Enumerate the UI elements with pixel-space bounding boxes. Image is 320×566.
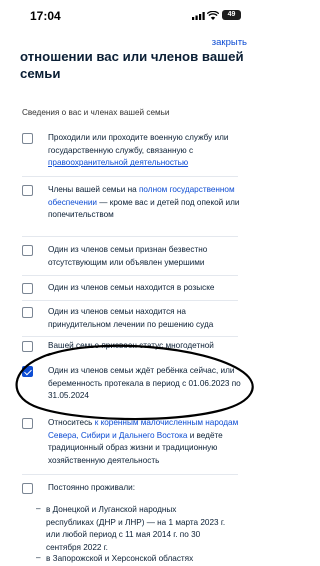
divider: [22, 236, 238, 237]
divider: [22, 176, 238, 177]
hand-drawn-highlight-ellipse: [15, 344, 254, 421]
checkbox-label: Один из членов семьи признан безвестно о…: [48, 245, 208, 267]
checkbox-label: Один из членов семьи находится на принуд…: [48, 307, 214, 329]
checkbox[interactable]: [22, 341, 33, 352]
divider: [22, 474, 238, 475]
checkbox[interactable]: [22, 185, 33, 196]
wifi-icon: [207, 11, 219, 20]
checkbox[interactable]: [22, 307, 33, 318]
cellular-signal-icon: [192, 12, 205, 20]
status-bar: 17:04 49: [0, 0, 259, 30]
section-label: Сведения о вас и членах вашей семьи: [22, 108, 170, 117]
page-title: отношении вас или членов вашей семьи: [20, 49, 244, 81]
checkbox[interactable]: [22, 133, 33, 144]
heading-scrolled-fragment: [20, 42, 220, 46]
checkbox-label: Один из членов семьи находится в розыске: [48, 283, 215, 292]
bullet-marker: –: [36, 553, 41, 562]
checkbox-label: Один из членов семьи ждёт ребёнка сейчас…: [48, 366, 241, 401]
checkbox-label: Вашей семье присвоен статус многодетной: [48, 341, 214, 350]
checkbox-checked[interactable]: [22, 366, 33, 377]
checkbox[interactable]: [22, 418, 33, 429]
residence-option-dnr-lnr: в Донецкой и Луганской народных республи…: [46, 505, 226, 552]
status-time: 17:04: [30, 9, 61, 23]
law-enforcement-link[interactable]: правоохранительной деятельностью: [48, 158, 188, 167]
divider: [22, 300, 238, 301]
checkbox-label: Члены вашей семьи на полном государствен…: [48, 185, 240, 220]
battery-icon: 49: [222, 10, 241, 20]
bullet-marker: –: [36, 504, 41, 513]
checkbox[interactable]: [22, 483, 33, 494]
checkbox-label: Постоянно проживали:: [48, 483, 135, 492]
residence-option-zaporozhye-kherson: в Запорожской и Херсонской областях: [46, 554, 194, 563]
checkbox[interactable]: [22, 245, 33, 256]
divider: [22, 336, 238, 337]
checkbox[interactable]: [22, 283, 33, 294]
checkbox-label: Относитесь к коренным малочисленным наро…: [48, 418, 239, 465]
checkbox-label: Проходили или проходите военную службу и…: [48, 133, 229, 168]
divider: [22, 275, 238, 276]
